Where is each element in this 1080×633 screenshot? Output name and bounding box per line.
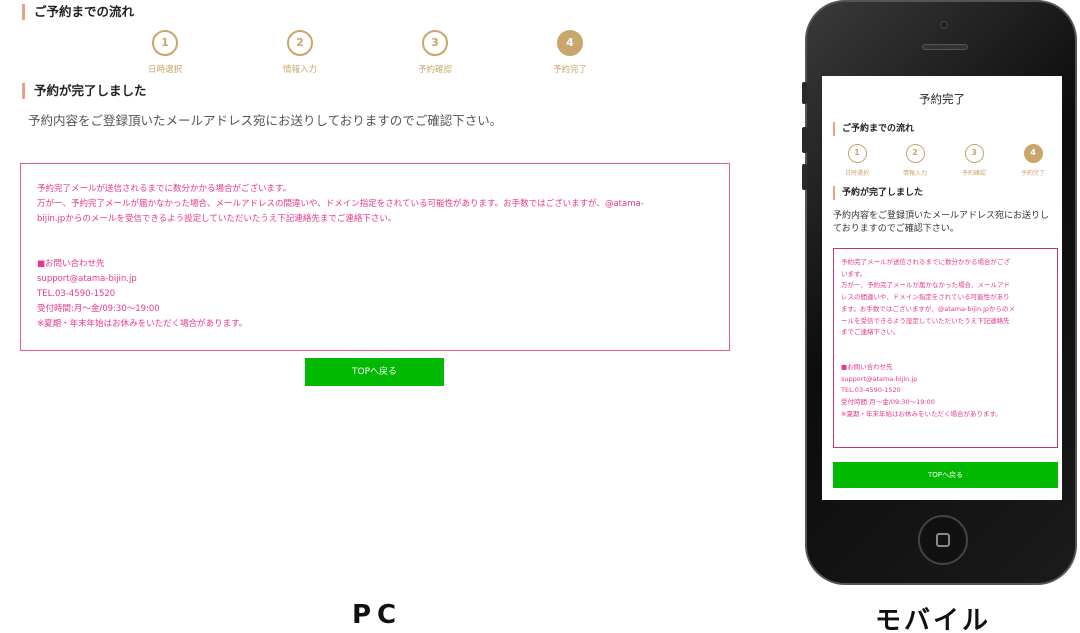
mobile-flow-heading: ご予約までの流れ — [833, 122, 914, 136]
mobile-step-3: 3 予約確認 — [949, 144, 999, 177]
speaker-grille — [922, 44, 968, 50]
mobile-confirmation-description: 予約内容をご登録頂いたメールアドレス宛にお送りし ておりますのでご確認下さい。 — [833, 210, 1055, 235]
notice-line: 予約完了メールが送信されるまでに数分かかる場合がございます。 — [37, 184, 292, 194]
contact-hours: 受付時間:月〜金/09:30〜19:00 — [37, 304, 160, 314]
contact-holiday-note: ※夏期・年末年始はお休みをいただく場合があります。 — [841, 409, 1002, 418]
notice-line: レスの間違いや、ドメイン指定をされている可能性があり — [841, 293, 1010, 302]
volume-down-button — [802, 164, 807, 190]
mobile-step-2: 2 情報入力 — [890, 144, 940, 177]
mobile-page-title: 予約完了 — [919, 92, 965, 106]
contact-heading: ■お問い合わせ先 — [841, 362, 893, 371]
mobile-step-1: 1 日時選択 — [832, 144, 882, 177]
mobile-complete-heading: 予約が完了しました — [833, 186, 923, 200]
notice-line: までご連絡下さい。 — [841, 328, 900, 337]
description-line: 予約内容をご登録頂いたメールアドレス宛にお送りし — [833, 211, 1050, 221]
step-label: 予約完了 — [1020, 170, 1045, 177]
step-number: 4 — [1023, 144, 1043, 163]
step-3: 3 予約確認 — [375, 30, 495, 75]
top-button[interactable]: TOPへ戻る — [305, 358, 444, 386]
progress-steps: 1 日時選択 2 情報入力 3 予約確認 4 予約完了 — [105, 30, 645, 76]
step-number: 3 — [964, 144, 984, 163]
step-number: 2 — [905, 144, 925, 163]
contact-phone: TEL.03-4590-1520 — [841, 386, 901, 395]
step-label: 予約確認 — [961, 170, 986, 177]
notice-line: bijin.jpからのメールを受信できるよう設定していただいたうえ下記連絡先まで… — [37, 214, 397, 224]
flow-heading: ご予約までの流れ — [22, 4, 134, 20]
mobile-screen: 予約完了 ご予約までの流れ 1 日時選択 2 情報入力 3 予約確認 4 予約完… — [822, 76, 1062, 500]
mobile-notice-box: 予約完了メールが送信されるまでに数分かかる場合がござ います。 万が一、予約完了… — [833, 248, 1058, 448]
step-4: 4 予約完了 — [510, 30, 630, 75]
contact-email: support@atama-bijin.jp — [841, 374, 918, 383]
notice-line: ールを受信できるよう設定していただいたうえ下記連絡先 — [841, 316, 1010, 325]
step-2: 2 情報入力 — [240, 30, 360, 75]
camera-icon — [940, 21, 948, 29]
mobile-progress-steps: 1 日時選択 2 情報入力 3 予約確認 4 予約完了 — [822, 144, 1062, 184]
step-label: 予約完了 — [552, 65, 587, 75]
contact-email: support@atama-bijin.jp — [37, 274, 137, 284]
notice-line: います。 — [841, 269, 867, 278]
mobile-caption: モバイル — [875, 606, 992, 633]
step-1: 1 日時選択 — [105, 30, 225, 75]
contact-heading: ■お問い合わせ先 — [37, 259, 105, 269]
step-number: 1 — [847, 144, 867, 163]
description-line: ておりますのでご確認下さい。 — [833, 223, 959, 234]
complete-heading: 予約が完了しました — [22, 83, 147, 99]
contact-hours: 受付時間:月〜金/09:30〜19:00 — [841, 398, 935, 407]
notice-line: ます。お手数ではございますが、@atama-bijin.jpからのメ — [841, 304, 1016, 313]
step-label: 情報入力 — [902, 170, 927, 177]
contact-phone: TEL.03-4590-1520 — [37, 289, 116, 299]
step-label: 日時選択 — [147, 65, 182, 75]
notice-box: 予約完了メールが送信されるまでに数分かかる場合がございます。 万が一、予約完了メ… — [20, 163, 730, 351]
step-number: 2 — [287, 30, 313, 56]
notice-line: 万が一、予約完了メールが届かなかった場合、メールアドレスの間違いや、ドメイン指定… — [37, 199, 644, 209]
contact-holiday-note: ※夏期・年末年始はお休みをいただく場合があります。 — [37, 319, 248, 329]
pc-caption: PC — [352, 600, 403, 630]
phone-frame: 予約完了 ご予約までの流れ 1 日時選択 2 情報入力 3 予約確認 4 予約完… — [802, 0, 1077, 585]
volume-up-button — [802, 127, 807, 153]
mobile-top-button[interactable]: TOPへ戻る — [833, 462, 1058, 488]
step-number: 4 — [557, 30, 583, 56]
mute-switch — [802, 82, 807, 104]
home-button — [918, 515, 968, 565]
notice-line: 予約完了メールが送信されるまでに数分かかる場合がござ — [841, 258, 1010, 266]
home-square-icon — [936, 533, 950, 547]
confirmation-description: 予約内容をご登録頂いたメールアドレス宛にお送りしておりますのでご確認下さい。 — [28, 113, 503, 128]
step-number: 3 — [422, 30, 448, 56]
pc-view: ご予約までの流れ 1 日時選択 2 情報入力 3 予約確認 4 予約完了 予約が… — [0, 0, 760, 600]
step-number: 1 — [152, 30, 178, 56]
mobile-step-4: 4 予約完了 — [1008, 144, 1058, 177]
step-label: 情報入力 — [282, 65, 317, 75]
notice-line: 万が一、予約完了メールが届かなかった場合、メールアド — [841, 281, 1010, 290]
step-label: 日時選択 — [844, 170, 869, 177]
step-label: 予約確認 — [417, 65, 452, 75]
